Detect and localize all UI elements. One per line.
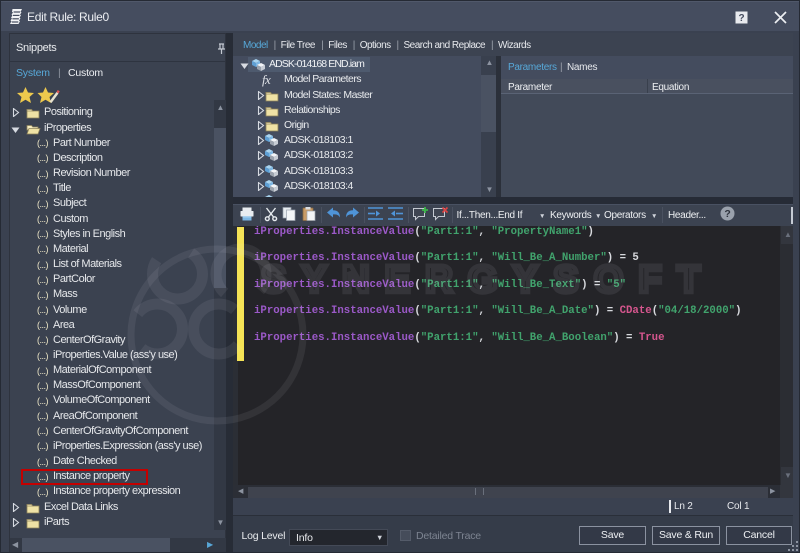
- svg-text:?: ?: [739, 13, 745, 24]
- svg-text:?: ?: [724, 208, 730, 220]
